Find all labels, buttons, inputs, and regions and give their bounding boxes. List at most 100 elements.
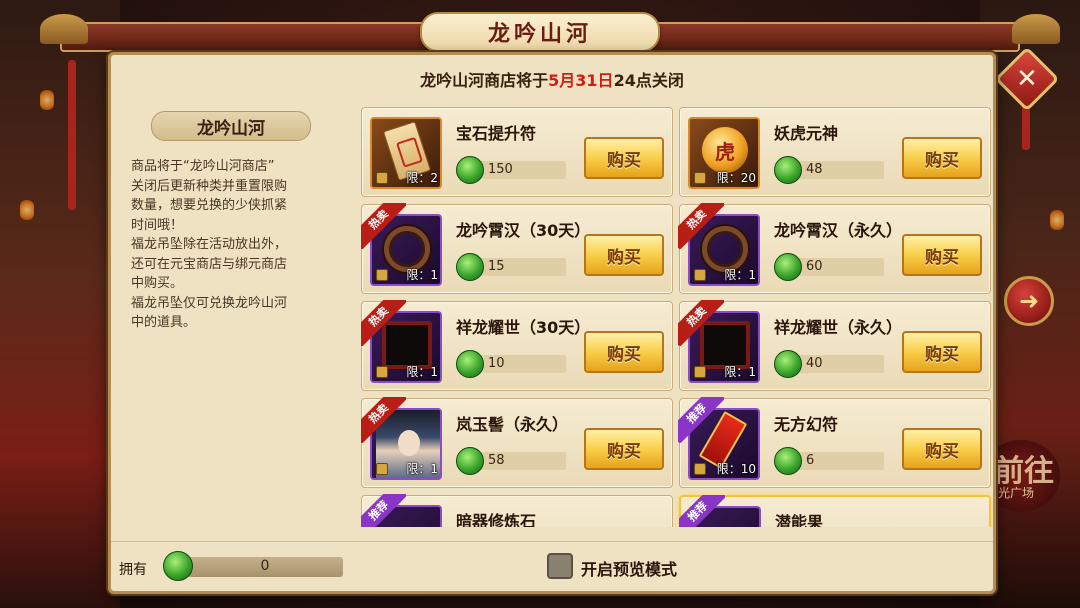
shop-close-notice: 龙吟山河商店将于5月31日24点关闭	[111, 67, 993, 91]
item-price: 15	[488, 259, 505, 274]
lantern-icon	[40, 90, 54, 110]
recommended-ribbon: 推荐	[361, 494, 406, 527]
beam-ornament-left	[40, 14, 88, 44]
purchase-limit: 限：1	[406, 268, 438, 282]
item-price: 60	[806, 259, 823, 274]
lock-icon	[694, 366, 706, 378]
sidebar-title: 龙吟山河	[151, 111, 311, 141]
purchase-limit: 限：1	[724, 365, 756, 379]
jade-currency-icon	[774, 350, 802, 378]
beam-ornament-right	[1012, 14, 1060, 44]
purchase-limit: 限：10	[716, 462, 756, 476]
buy-button[interactable]: 购买	[902, 428, 982, 470]
item-name: 宝石提升符	[456, 124, 537, 143]
item-price: 6	[806, 453, 815, 468]
lantern-icon	[20, 200, 34, 220]
item-name: 祥龙耀世（永久）	[774, 318, 903, 337]
shop-item-card[interactable]: 推荐潜能果	[679, 495, 991, 527]
own-label: 拥有	[119, 562, 147, 578]
hanging-tassel	[68, 60, 76, 210]
item-name: 龙吟霄汉（永久）	[774, 221, 903, 240]
tiger-glyph: 虎	[702, 127, 748, 173]
hot-sale-ribbon: 热卖	[361, 397, 406, 443]
jade-currency-icon	[456, 350, 484, 378]
lock-icon	[376, 366, 388, 378]
lock-icon	[376, 172, 388, 184]
item-name: 祥龙耀世（30天）	[456, 318, 591, 337]
item-name: 暗器修炼石	[456, 512, 537, 527]
buy-button[interactable]: 购买	[902, 137, 982, 179]
purchase-limit: 限：20	[716, 171, 756, 185]
hot-sale-ribbon: 热卖	[361, 203, 406, 249]
item-price: 10	[488, 356, 505, 371]
lock-icon	[694, 269, 706, 281]
sidebar-description: 商品将于“龙吟山河商店” 关闭后更新种类并重置限购 数量，想要兑换的少侠抓紧 时…	[131, 159, 288, 330]
purchase-limit: 限：2	[406, 171, 438, 185]
tiger-orb-icon[interactable]: 虎限：20	[688, 117, 760, 189]
shop-item-card[interactable]: 限：1 热卖 祥龙耀世（永久） 40 购买	[678, 300, 991, 391]
own-amount-bar: 0	[187, 557, 343, 577]
window-title-plate: 龙吟山河	[420, 12, 660, 52]
notice-suffix: 24点关闭	[613, 71, 684, 90]
jade-currency-icon	[456, 156, 484, 184]
buy-button[interactable]: 购买	[902, 331, 982, 373]
shop-item-card[interactable]: 虎限：20 妖虎元神 48 购买	[679, 107, 991, 197]
recommended-ribbon: 推荐	[678, 397, 724, 443]
ribbon-label: 推荐	[361, 494, 406, 527]
ribbon-label: 热卖	[361, 203, 406, 249]
lock-icon	[376, 269, 388, 281]
buy-button[interactable]: 购买	[584, 234, 664, 276]
notice-prefix: 龙吟山河商店将于	[420, 71, 549, 90]
jade-currency-icon	[774, 253, 802, 281]
background-left-scenery	[0, 0, 120, 608]
shop-item-card[interactable]: 限：1 热卖 龙吟霄汉（永久） 60 购买	[678, 203, 991, 294]
item-name: 无方幻符	[774, 415, 839, 434]
shop-item-card[interactable]: 限：10 推荐 无方幻符 6 购买	[678, 397, 991, 488]
item-price: 40	[806, 356, 823, 371]
jade-currency-icon	[163, 551, 193, 581]
ribbon-label: 热卖	[361, 397, 406, 443]
buy-button[interactable]: 购买	[584, 428, 664, 470]
next-arrow-button[interactable]: ➜	[1004, 276, 1054, 326]
lantern-icon	[1050, 210, 1064, 230]
item-price: 58	[488, 453, 505, 468]
shop-item-card[interactable]: 限：1 热卖 岚玉髻（永久） 58 购买	[361, 397, 673, 488]
buy-button[interactable]: 购买	[584, 137, 664, 179]
preview-mode-checkbox[interactable]	[547, 553, 573, 579]
shop-item-card[interactable]: 限：1 热卖 祥龙耀世（30天） 10 购买	[361, 300, 673, 391]
jade-currency-icon	[774, 447, 802, 475]
buy-button[interactable]: 购买	[902, 234, 982, 276]
shop-item-card[interactable]: 限：2 宝石提升符 150 购买	[361, 107, 673, 197]
shop-item-card[interactable]: 推荐暗器修炼石	[361, 494, 673, 527]
item-name: 龙吟霄汉（30天）	[456, 221, 591, 240]
hot-sale-ribbon: 热卖	[678, 300, 724, 346]
lock-icon	[376, 463, 388, 475]
scroll-icon[interactable]: 限：2	[370, 117, 442, 189]
close-icon: ✕	[1016, 63, 1038, 94]
bottom-bar: 拥有 0 开启预览模式	[111, 541, 993, 591]
ribbon-label: 推荐	[678, 397, 724, 443]
jade-currency-icon	[456, 253, 484, 281]
own-amount: 0	[260, 558, 270, 574]
item-name: 岚玉髻（永久）	[456, 415, 569, 434]
ribbon-label: 热卖	[678, 203, 724, 249]
purchase-limit: 限：1	[724, 268, 756, 282]
hot-sale-ribbon: 热卖	[678, 203, 724, 249]
recommended-ribbon: 推荐	[679, 495, 725, 527]
item-name: 潜能果	[775, 513, 824, 527]
shop-item-card[interactable]: 限：1 热卖 龙吟霄汉（30天） 15 购买	[361, 203, 673, 294]
window-title: 龙吟山河	[487, 21, 592, 47]
jade-currency-icon	[456, 447, 484, 475]
purchase-limit: 限：1	[406, 365, 438, 379]
ribbon-label: 热卖	[678, 300, 724, 346]
lock-icon	[694, 463, 706, 475]
ribbon-label: 热卖	[361, 300, 406, 346]
preview-mode-label[interactable]: 开启预览模式	[581, 556, 677, 580]
purchase-limit: 限：1	[406, 462, 438, 476]
notice-date: 5月31日	[548, 71, 614, 90]
item-price: 150	[488, 162, 513, 177]
item-grid[interactable]: 限：2 宝石提升符 150 购买虎限：20 妖虎元神 48 购买 限：1 热卖 龙吟霄汉（30天）…	[361, 107, 993, 527]
lock-icon	[694, 172, 706, 184]
shop-panel: 龙吟山河商店将于5月31日24点关闭 龙吟山河 商品将于“龙吟山河商店” 关闭后…	[108, 52, 996, 594]
buy-button[interactable]: 购买	[584, 331, 664, 373]
